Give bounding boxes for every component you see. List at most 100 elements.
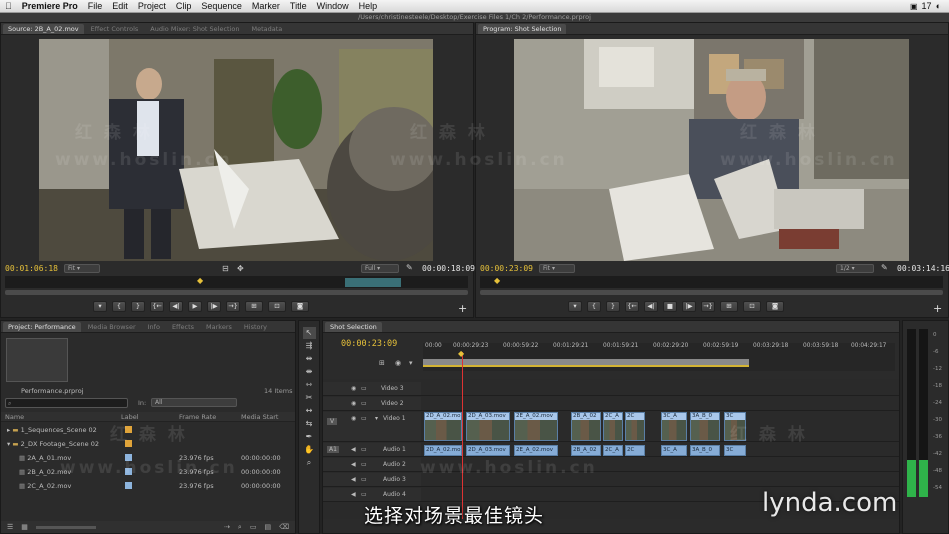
column-media-start[interactable]: Media Start — [241, 413, 295, 421]
menu-project[interactable]: Project — [133, 1, 171, 11]
timeline-clip[interactable]: 2D_A_03.mov — [466, 412, 510, 441]
icon-view-icon[interactable]: ▦ — [21, 523, 28, 531]
zoom-tool-icon[interactable]: ⌕ — [303, 457, 316, 469]
timeline-ruler[interactable]: 00:00 00:00:29:23 00:00:59:22 00:01:29:2… — [423, 343, 895, 371]
rolling-edit-tool-icon[interactable]: ⇼ — [303, 366, 316, 378]
disclosure-open-icon[interactable]: ▾ — [7, 440, 10, 448]
lift-button[interactable]: ⊞ — [720, 301, 738, 312]
wrench-icon[interactable]: ✎ — [881, 263, 888, 272]
eye-icon[interactable]: ◉ — [351, 385, 356, 392]
tab-info[interactable]: Info — [143, 322, 165, 332]
tab-effects[interactable]: Effects — [167, 322, 199, 332]
find-icon[interactable]: ⌕ — [238, 523, 242, 532]
work-area-bar[interactable] — [423, 359, 749, 367]
speaker-icon[interactable]: ◀ — [351, 461, 356, 468]
speaker-icon[interactable]: ◀ — [351, 491, 356, 498]
set-marker-icon[interactable]: ◉ — [395, 359, 401, 367]
drag-icon[interactable]: ✥ — [237, 264, 244, 273]
menu-app-name[interactable]: Premiere Pro — [17, 1, 83, 11]
eye-icon[interactable]: ◉ — [351, 415, 356, 422]
lock-icon[interactable]: ▭ — [361, 461, 367, 468]
adobe-icon[interactable]: ▣ — [910, 2, 918, 11]
tab-markers[interactable]: Markers — [201, 322, 237, 332]
tab-effect-controls[interactable]: Effect Controls — [86, 24, 144, 34]
step-forward-button[interactable]: |▶ — [207, 301, 221, 312]
tab-audio-mixer[interactable]: Audio Mixer: Shot Selection — [145, 24, 244, 34]
tab-media-browser[interactable]: Media Browser — [83, 322, 141, 332]
lock-icon[interactable]: ▭ — [361, 415, 367, 422]
list-view-icon[interactable]: ☰ — [7, 523, 13, 531]
program-timecode-in[interactable]: 00:00:23:09 — [480, 264, 533, 273]
slide-tool-icon[interactable]: ⇆ — [303, 418, 316, 430]
export-frame-button[interactable]: ◙ — [766, 301, 784, 312]
mark-in-icon[interactable]: ⊟ — [222, 264, 229, 273]
project-search-field[interactable]: ⌕ — [5, 398, 128, 408]
audio-clip[interactable]: 2D_A_02.mo — [424, 445, 462, 456]
audio-clip[interactable]: 2D_A_03.mov — [466, 445, 510, 456]
timeline-clip[interactable]: 2C — [625, 412, 645, 441]
timeline-clip[interactable]: 2C_A — [603, 412, 623, 441]
menu-help[interactable]: Help — [354, 1, 383, 11]
stop-button[interactable]: ■ — [663, 301, 677, 312]
source-timecode-in[interactable]: 00:01:06:18 — [5, 264, 58, 273]
menu-file[interactable]: File — [83, 1, 108, 11]
add-marker-button[interactable]: ▾ — [568, 301, 582, 312]
add-button-icon[interactable]: + — [933, 302, 942, 315]
timeline-playhead[interactable] — [462, 352, 463, 519]
new-bin-icon[interactable]: ▭ — [250, 523, 257, 531]
source-scrub-bar[interactable] — [5, 290, 468, 295]
go-to-out-button[interactable]: →} — [226, 301, 240, 312]
play-button[interactable]: ▶ — [188, 301, 202, 312]
audio-clip[interactable]: 3C — [724, 445, 746, 456]
step-back-button[interactable]: ◀| — [169, 301, 183, 312]
volume-icon[interactable]: ◐ — [936, 1, 941, 11]
playhead-marker-icon[interactable]: ◆ — [197, 276, 203, 285]
mark-in-button[interactable]: { — [587, 301, 601, 312]
timeline-clip[interactable]: 3A_B_0 — [690, 412, 720, 441]
snap-icon[interactable]: ⊞ — [379, 359, 385, 367]
tab-history[interactable]: History — [239, 322, 272, 332]
lock-icon[interactable]: ▭ — [361, 385, 367, 392]
playhead-handle-icon[interactable]: ◆ — [458, 349, 464, 358]
program-quality-dropdown[interactable]: 1/2 ▾ — [836, 264, 874, 273]
ripple-edit-tool-icon[interactable]: ⇹ — [303, 353, 316, 365]
list-item[interactable]: ▦ 2C_A_02.mov 23.976 fps 00:00:00:00 — [1, 479, 295, 493]
selection-tool-icon[interactable]: ↖ — [302, 327, 316, 339]
audio-clip[interactable]: 3A_B_0 — [690, 445, 720, 456]
add-marker-icon[interactable]: ▾ — [409, 359, 413, 367]
pen-tool-icon[interactable]: ✒ — [303, 431, 316, 443]
playhead-marker-icon[interactable]: ◆ — [494, 276, 500, 285]
go-to-out-button[interactable]: →} — [701, 301, 715, 312]
track-target-v[interactable]: V — [327, 418, 338, 425]
program-time-ruler[interactable]: ◆ — [480, 276, 943, 288]
add-button-icon[interactable]: + — [458, 302, 467, 315]
audio-clip[interactable]: 2E_A_02.mov — [514, 445, 558, 456]
lock-icon[interactable]: ▭ — [361, 476, 367, 483]
in-filter-dropdown[interactable]: All — [151, 398, 237, 407]
audio-clip[interactable]: 3C_A — [661, 445, 687, 456]
column-frame-rate[interactable]: Frame Rate — [179, 413, 241, 421]
step-forward-button[interactable]: |▶ — [682, 301, 696, 312]
menu-edit[interactable]: Edit — [107, 1, 133, 11]
rate-stretch-tool-icon[interactable]: ⇿ — [303, 379, 316, 391]
menu-title[interactable]: Title — [285, 1, 312, 11]
razor-tool-icon[interactable]: ✂ — [303, 392, 316, 404]
timeline-clip[interactable]: 3C_A — [661, 412, 687, 441]
mark-out-button[interactable]: } — [606, 301, 620, 312]
trash-icon[interactable]: ⌫ — [279, 523, 295, 531]
source-time-ruler[interactable]: ◆ — [5, 276, 468, 288]
expand-icon[interactable]: ▾ — [375, 415, 378, 422]
tab-program[interactable]: Program: Shot Selection — [478, 23, 567, 34]
new-item-icon[interactable]: ▤ — [264, 523, 271, 531]
export-frame-button[interactable]: ◙ — [291, 301, 309, 312]
timeline-clip[interactable]: 2B_A_02 — [571, 412, 601, 441]
lock-icon[interactable]: ▭ — [361, 400, 367, 407]
step-back-button[interactable]: ◀| — [644, 301, 658, 312]
menu-sequence[interactable]: Sequence — [196, 1, 247, 11]
tab-source[interactable]: Source: 2B_A_02.mov — [3, 23, 84, 34]
source-quality-dropdown[interactable]: Full ▾ — [361, 264, 399, 273]
overwrite-button[interactable]: ⊡ — [268, 301, 286, 312]
audio-clip[interactable]: 2C_A — [603, 445, 623, 456]
column-name[interactable]: Name — [1, 413, 121, 421]
audio-clip[interactable]: 2C — [625, 445, 645, 456]
